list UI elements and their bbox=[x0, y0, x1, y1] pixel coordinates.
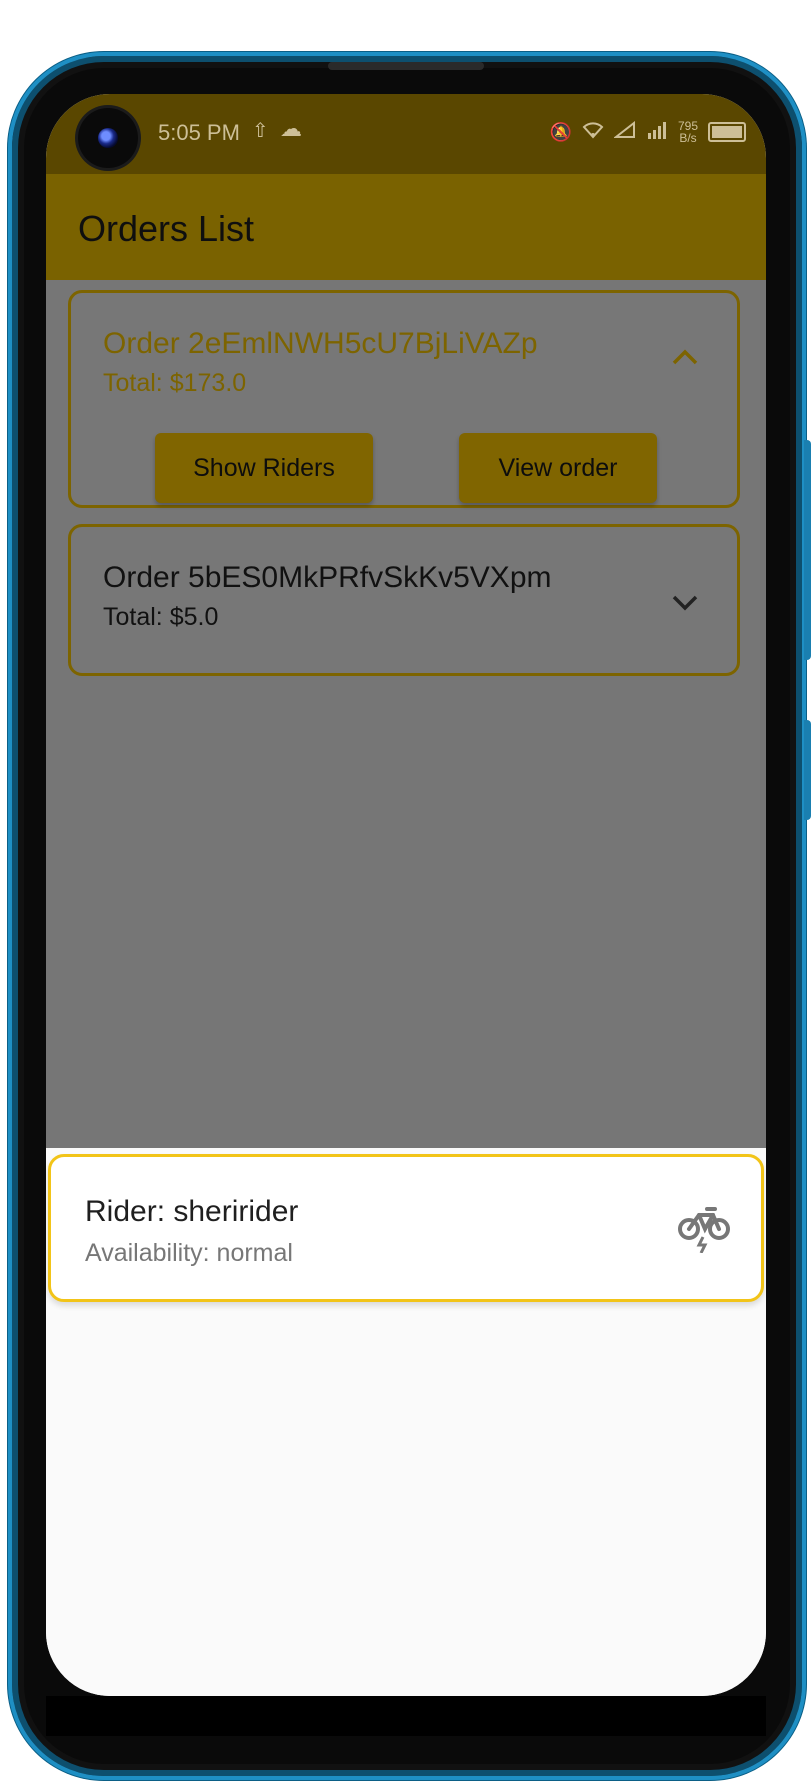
signal-icon bbox=[613, 120, 636, 144]
status-bar: 5:05 PM ⇧ ☁ 🔕 795 B/s bbox=[46, 94, 766, 174]
order-title: Order 2eEmlNWH5cU7BjLiVAZp bbox=[103, 327, 538, 360]
show-riders-button[interactable]: Show Riders bbox=[155, 433, 373, 503]
screen: 5:05 PM ⇧ ☁ 🔕 795 B/s Orders List Order … bbox=[46, 94, 766, 1696]
rider-name: Rider: sheririder bbox=[85, 1195, 299, 1228]
view-order-button[interactable]: View order bbox=[459, 433, 657, 503]
upload-icon: ⇧ bbox=[252, 120, 269, 142]
wifi-icon bbox=[582, 121, 604, 144]
bike-icon bbox=[677, 1205, 731, 1254]
order-total: Total: $5.0 bbox=[103, 603, 219, 631]
net-speed-unit: B/s bbox=[679, 131, 697, 145]
chevron-up-icon[interactable] bbox=[671, 341, 699, 373]
bottom-bezel bbox=[46, 1696, 766, 1736]
order-card[interactable]: Order 5bES0MkPRfvSkKv5VXpm Total: $5.0 bbox=[68, 524, 740, 676]
status-icons: 🔕 795 B/s bbox=[550, 120, 746, 144]
rider-list-item[interactable]: Rider: sheririder Availability: normal bbox=[48, 1154, 764, 1302]
status-time: 5:05 PM bbox=[158, 120, 240, 145]
orders-list: Order 2eEmlNWH5cU7BjLiVAZp Total: $173.0… bbox=[46, 280, 766, 1148]
order-title: Order 5bES0MkPRfvSkKv5VXpm bbox=[103, 561, 552, 594]
power-button bbox=[804, 720, 811, 820]
volume-button bbox=[804, 440, 811, 660]
app-bar: Orders List bbox=[46, 174, 766, 280]
mute-bell-icon: 🔕 bbox=[549, 121, 572, 142]
battery-icon bbox=[708, 122, 746, 142]
cloud-icon: ☁ bbox=[280, 116, 302, 141]
chevron-down-icon[interactable] bbox=[671, 587, 699, 619]
rider-availability: Availability: normal bbox=[85, 1239, 293, 1267]
network-speed: 795 B/s bbox=[678, 120, 698, 144]
page-title: Orders List bbox=[78, 208, 255, 249]
earpiece-speaker bbox=[328, 62, 484, 70]
front-camera bbox=[78, 108, 138, 168]
signal-bars-icon bbox=[646, 121, 668, 144]
riders-bottom-sheet: Rider: sheririder Availability: normal bbox=[46, 1148, 766, 1696]
order-total: Total: $173.0 bbox=[103, 369, 247, 397]
order-card[interactable]: Order 2eEmlNWH5cU7BjLiVAZp Total: $173.0… bbox=[68, 290, 740, 508]
